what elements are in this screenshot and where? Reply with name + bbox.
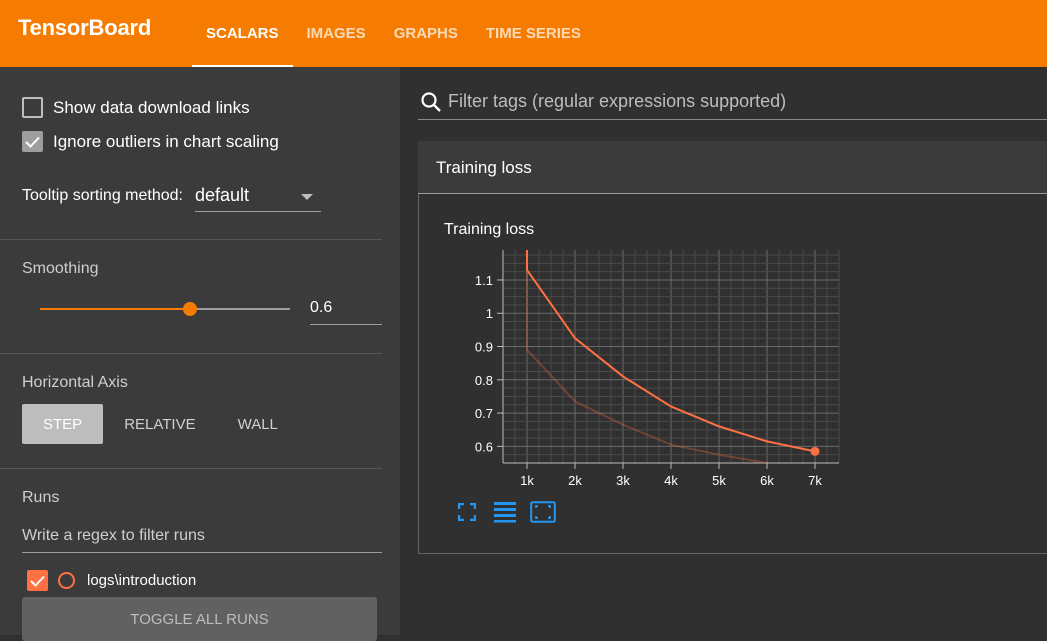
ignore-outliers-checkbox[interactable]: Ignore outliers in chart scaling xyxy=(22,131,279,152)
category-title: Training loss xyxy=(436,158,532,177)
app-title: TensorBoard xyxy=(18,15,152,40)
tooltip-sorting-label: Tooltip sorting method: xyxy=(22,187,183,204)
horizontal-axis-title: Horizontal Axis xyxy=(22,374,128,391)
horizontal-axis-toggle: STEP RELATIVE WALL xyxy=(22,404,299,444)
y-tick-label: 0.9 xyxy=(475,340,493,355)
x-tick-label: 6k xyxy=(760,473,774,488)
tooltip-sorting-row: Tooltip sorting method: default xyxy=(22,183,321,212)
tag-filter[interactable]: Filter tags (regular expressions support… xyxy=(418,87,1047,120)
smoothing-title: Smoothing xyxy=(22,260,99,277)
smoothing-slider[interactable] xyxy=(40,302,290,316)
smoothing-input[interactable]: 0.6 xyxy=(310,295,382,325)
chart-toolbar xyxy=(454,499,568,525)
tooltip-sorting-select[interactable]: default xyxy=(194,183,321,212)
dashboard-tabs: SCALARS IMAGES GRAPHS TIME SERIES xyxy=(192,0,595,67)
tab-time-series[interactable]: TIME SERIES xyxy=(472,0,595,67)
divider xyxy=(0,353,382,354)
top-app-bar: TensorBoard SCALARS IMAGES GRAPHS TIME S… xyxy=(0,0,1047,67)
run-item: logs\introduction xyxy=(27,570,196,591)
x-tick-label: 4k xyxy=(664,473,678,488)
show-download-links-label: Show data download links xyxy=(53,97,250,117)
x-tick-label: 1k xyxy=(520,473,534,488)
run-color-swatch[interactable] xyxy=(58,572,75,589)
sidebar: Show data download links Ignore outliers… xyxy=(0,67,400,641)
tab-images[interactable]: IMAGES xyxy=(293,0,380,67)
expand-icon xyxy=(458,503,476,521)
axis-relative-button[interactable]: RELATIVE xyxy=(103,404,216,444)
x-tick-label: 2k xyxy=(568,473,582,488)
y-tick-label: 0.7 xyxy=(475,406,493,421)
divider xyxy=(0,468,382,469)
checkbox-box[interactable] xyxy=(22,131,43,152)
tab-scalars[interactable]: SCALARS xyxy=(192,0,293,67)
tag-filter-input[interactable]: Filter tags (regular expressions support… xyxy=(448,87,786,112)
tab-graphs[interactable]: GRAPHS xyxy=(380,0,472,67)
axis-step-button[interactable]: STEP xyxy=(22,404,104,444)
x-tick-label: 7k xyxy=(808,473,822,488)
x-tick-label: 5k xyxy=(712,473,726,488)
fit-domain-button[interactable] xyxy=(530,499,556,525)
runs-filter-input[interactable]: Write a regex to filter runs xyxy=(22,527,382,553)
search-icon xyxy=(421,92,441,112)
show-download-links-checkbox[interactable]: Show data download links xyxy=(22,97,250,118)
y-tick-label: 0.6 xyxy=(475,439,493,454)
last-point-marker xyxy=(810,446,820,456)
axis-wall-button[interactable]: WALL xyxy=(217,404,299,444)
y-tick-label: 0.8 xyxy=(475,373,493,388)
category-header[interactable]: Training loss xyxy=(418,141,1047,194)
expand-button[interactable] xyxy=(454,499,480,525)
scalar-chart-card: Training loss 1k 2k 3k 4k 5k 6k 7k 0.6 0.7 0.8 0.9… xyxy=(418,194,1047,554)
smoothing-slider-thumb[interactable] xyxy=(183,302,197,316)
y-tick-label: 1 xyxy=(486,306,493,321)
runs-title: Runs xyxy=(22,489,60,506)
toggle-all-runs-button[interactable]: TOGGLE ALL RUNS xyxy=(22,597,377,641)
run-label: logs\introduction xyxy=(87,572,197,589)
run-checkbox[interactable] xyxy=(27,570,48,591)
checkbox-box[interactable] xyxy=(22,97,43,118)
ignore-outliers-label: Ignore outliers in chart scaling xyxy=(53,131,279,151)
lines-icon xyxy=(494,502,516,523)
x-tick-label: 3k xyxy=(616,473,630,488)
smoothing-slider-fill xyxy=(40,308,190,310)
check-icon xyxy=(25,136,40,148)
tooltip-sorting-value: default xyxy=(194,185,250,205)
loss-chart[interactable]: 1k 2k 3k 4k 5k 6k 7k 0.6 0.7 0.8 0.9 1 1.1 xyxy=(419,194,1047,494)
log-scale-button[interactable] xyxy=(492,499,518,525)
fit-domain-icon xyxy=(530,501,556,523)
check-icon xyxy=(30,575,45,587)
chevron-down-icon xyxy=(300,194,313,200)
divider xyxy=(0,239,382,240)
y-tick-label: 1.1 xyxy=(475,273,493,288)
